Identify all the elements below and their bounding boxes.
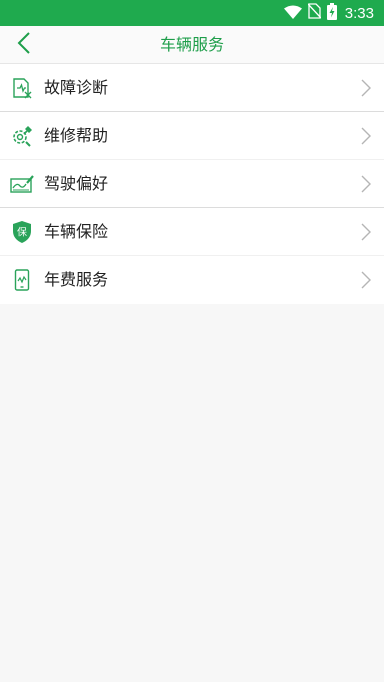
insurance-shield-icon: 保	[10, 220, 34, 244]
chevron-right-icon	[360, 79, 372, 97]
menu-item-label: 车辆保险	[44, 222, 109, 241]
repair-gear-icon	[10, 124, 34, 148]
menu-item-vehicle-insurance[interactable]: 保 车辆保险	[0, 208, 384, 256]
status-icons: 3:33	[283, 2, 374, 24]
menu-item-label: 维修帮助	[44, 126, 109, 145]
driving-preference-icon	[10, 172, 34, 196]
menu-item-annual-fee-service[interactable]: 年费服务	[0, 256, 384, 304]
no-sim-icon	[307, 3, 322, 23]
menu-item-fault-diagnosis[interactable]: 故障诊断	[0, 64, 384, 112]
annual-fee-phone-icon	[10, 268, 34, 292]
diagnosis-report-icon	[10, 76, 34, 100]
menu-item-label: 驾驶偏好	[44, 174, 109, 193]
service-menu: 故障诊断 维修帮助 驾驶偏好 保 车辆保险 年费服务	[0, 64, 384, 304]
title-bar: 车辆服务	[0, 26, 384, 64]
chevron-right-icon	[360, 223, 372, 241]
menu-item-label: 年费服务	[44, 270, 109, 289]
chevron-right-icon	[360, 127, 372, 145]
wifi-icon	[283, 4, 302, 23]
battery-charging-icon	[326, 2, 337, 24]
menu-item-driving-preference[interactable]: 驾驶偏好	[0, 160, 384, 208]
menu-item-label: 故障诊断	[44, 78, 109, 97]
status-time: 3:33	[344, 4, 374, 22]
chevron-right-icon	[360, 175, 372, 193]
menu-item-repair-help[interactable]: 维修帮助	[0, 112, 384, 160]
svg-text:保: 保	[17, 226, 27, 239]
chevron-right-icon	[360, 271, 372, 289]
page-title: 车辆服务	[159, 35, 224, 54]
status-bar: 3:33	[0, 0, 384, 26]
